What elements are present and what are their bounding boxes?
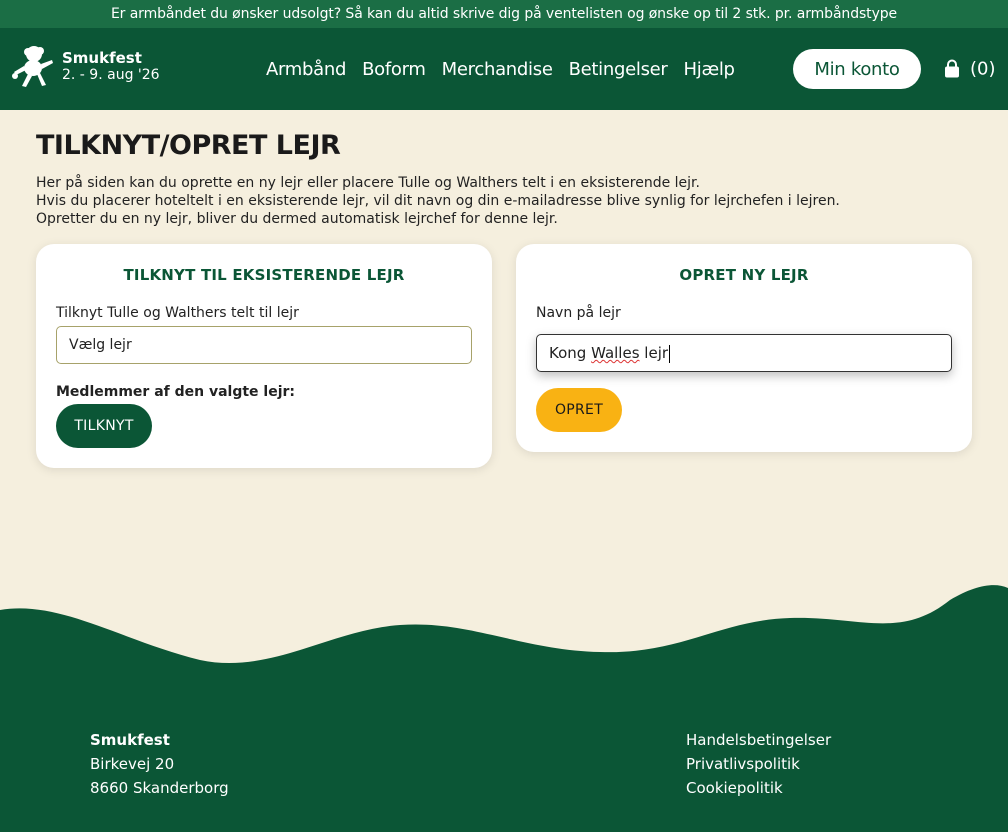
intro-line: Hvis du placerer hoteltelt i en eksister…	[36, 193, 840, 209]
intro-line: Opretter du en ny lejr, bliver du dermed…	[36, 211, 558, 227]
footer-company-name: Smukfest	[90, 731, 170, 749]
mascot-logo-icon	[12, 46, 53, 87]
input-text: Kong	[549, 344, 592, 362]
camp-select[interactable]: Vælg lejr	[56, 326, 472, 364]
camp-name-input[interactable]: Kong Walles lejr	[536, 334, 952, 372]
footer-city: 8660 Skanderborg	[90, 779, 229, 797]
create-button[interactable]: OPRET	[536, 388, 622, 432]
join-button[interactable]: TILKNYT	[56, 404, 152, 448]
footer-link-terms[interactable]: Handelsbetingelser	[686, 728, 831, 752]
logo-name: Smukfest	[62, 49, 142, 67]
join-camp-card: TILKNYT TIL EKSISTERENDE LEJR Tilknyt Tu…	[36, 244, 492, 468]
create-camp-card: OPRET NY LEJR Navn på lejr Kong Walles l…	[516, 244, 972, 452]
nav-boform[interactable]: Boform	[362, 59, 426, 80]
intro-line: Her på siden kan du oprette en ny lejr e…	[36, 175, 700, 191]
announcement-text: Er armbåndet du ønsker udsolgt? Så kan d…	[110, 6, 898, 22]
shopping-bag-icon	[945, 59, 959, 77]
main-content: TILKNYT/OPRET LEJR Her på siden kan du o…	[0, 130, 1008, 228]
footer-link-privacy[interactable]: Privatlivspolitik	[686, 752, 831, 776]
site-header: Smukfest 2. - 9. aug '26 Armbånd Boform …	[0, 28, 1008, 110]
footer-street: Birkevej 20	[90, 755, 175, 773]
announcement-banner: Er armbåndet du ønsker udsolgt? Så kan d…	[0, 0, 1008, 28]
nav-merchandise[interactable]: Merchandise	[442, 59, 553, 80]
misspelled-word: Walles	[591, 344, 640, 362]
footer-links: Handelsbetingelser Privatlivspolitik Coo…	[686, 728, 831, 800]
join-card-title: TILKNYT TIL EKSISTERENDE LEJR	[123, 266, 405, 284]
create-card-title: OPRET NY LEJR	[679, 266, 809, 284]
nav-betingelser[interactable]: Betingelser	[569, 59, 668, 80]
text-caret	[669, 344, 671, 363]
my-account-button[interactable]: Min konto	[793, 49, 921, 89]
footer-address: Smukfest Birkevej 20 8660 Skanderborg	[90, 728, 229, 800]
camp-name-label: Navn på lejr	[536, 305, 621, 321]
main-nav: Armbånd Boform Merchandise Betingelser H…	[266, 28, 735, 110]
logo-date: 2. - 9. aug '26	[62, 67, 160, 83]
logo[interactable]: Smukfest 2. - 9. aug '26	[8, 42, 160, 92]
page-title: TILKNYT/OPRET LEJR	[36, 130, 341, 161]
cart-count: (0)	[970, 58, 996, 80]
intro-text: Her på siden kan du oprette en ny lejr e…	[36, 174, 972, 228]
cart-button[interactable]: (0)	[942, 59, 996, 80]
members-label: Medlemmer af den valgte lejr:	[56, 384, 296, 400]
nav-hjaelp[interactable]: Hjælp	[684, 59, 735, 80]
nav-armband[interactable]: Armbånd	[266, 59, 346, 80]
footer-link-cookies[interactable]: Cookiepolitik	[686, 776, 831, 800]
input-text: lejr	[639, 344, 669, 362]
join-camp-label: Tilknyt Tulle og Walthers telt til lejr	[56, 305, 299, 321]
